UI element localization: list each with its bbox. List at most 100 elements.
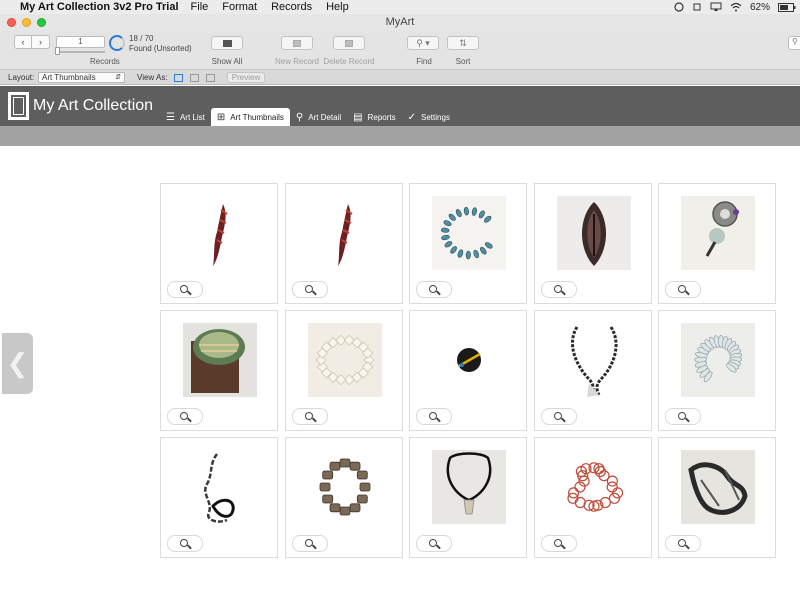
zoom-magnifier-icon[interactable] xyxy=(665,408,701,425)
zoom-magnifier-icon[interactable] xyxy=(416,535,452,552)
chevron-right-icon: › xyxy=(39,37,42,47)
previous-record-button[interactable]: ‹ xyxy=(14,35,32,49)
thumbnail-card[interactable] xyxy=(285,437,403,558)
thumbnail-card[interactable] xyxy=(160,310,278,431)
thumbnail-card[interactable] xyxy=(285,310,403,431)
zoom-magnifier-icon[interactable] xyxy=(665,281,701,298)
menu-records[interactable]: Records xyxy=(271,1,312,13)
wifi-icon[interactable] xyxy=(730,2,742,12)
zoom-magnifier-icon[interactable] xyxy=(416,408,452,425)
layout-select-value: Art Thumbnails xyxy=(42,73,96,82)
tab-art-detail[interactable]: ⚲ Art Detail xyxy=(290,108,347,126)
tab-art-list[interactable]: ☰ Art List xyxy=(160,108,211,126)
zoom-magnifier-icon[interactable] xyxy=(541,535,577,552)
find-button[interactable]: ⚲ ▾ xyxy=(407,36,439,50)
menu-help[interactable]: Help xyxy=(326,1,349,13)
preview-button[interactable]: Preview xyxy=(227,72,265,83)
view-as-label: View As: xyxy=(137,73,168,82)
menu-format[interactable]: Format xyxy=(222,1,257,13)
artwork-thumbnail[interactable] xyxy=(183,323,257,397)
dropbox-icon[interactable] xyxy=(692,2,702,12)
record-slider[interactable] xyxy=(56,51,105,53)
zoom-magnifier-icon[interactable] xyxy=(665,535,701,552)
layout-select[interactable]: Art Thumbnails ⇵ xyxy=(38,72,125,83)
quick-find-field[interactable]: ⚲ xyxy=(788,36,800,50)
thumbnail-card[interactable] xyxy=(534,437,652,558)
next-record-button[interactable]: › xyxy=(32,35,50,49)
artwork-thumbnail[interactable] xyxy=(183,196,257,270)
thumbnail-card[interactable] xyxy=(658,437,776,558)
list-icon: ☰ xyxy=(166,111,175,123)
thumbnail-card[interactable] xyxy=(409,310,527,431)
tab-label: Settings xyxy=(421,112,450,122)
grid-icon: ⊞ xyxy=(216,111,226,123)
find-label: Find xyxy=(416,57,432,66)
artwork-thumbnail[interactable] xyxy=(681,196,755,270)
artwork-thumbnail[interactable] xyxy=(432,450,506,524)
thumbnail-card[interactable] xyxy=(160,183,278,304)
artwork-thumbnail[interactable] xyxy=(557,323,631,397)
artwork-thumbnail[interactable] xyxy=(183,450,257,524)
thumbnail-card[interactable] xyxy=(534,183,652,304)
new-record-button[interactable] xyxy=(281,36,313,50)
found-count: 18 / 70 Found (Unsorted) xyxy=(129,34,192,54)
artwork-thumbnail[interactable] xyxy=(432,323,506,397)
layout-bar: Layout: Art Thumbnails ⇵ View As: Previe… xyxy=(0,69,800,85)
current-record-field[interactable]: 1 xyxy=(56,36,105,48)
thumbnail-card[interactable] xyxy=(285,183,403,304)
found-status: Found (Unsorted) xyxy=(129,44,192,53)
airplay-icon[interactable] xyxy=(710,2,722,12)
artwork-thumbnail[interactable] xyxy=(308,323,382,397)
evernote-icon[interactable] xyxy=(674,2,684,12)
thumbnail-card[interactable] xyxy=(409,437,527,558)
zoom-magnifier-icon[interactable] xyxy=(416,281,452,298)
app-header: My Art Collection ☰ Art List ⊞ Art Thumb… xyxy=(0,86,800,126)
apple-icon[interactable] xyxy=(0,2,12,12)
view-as-list-icon[interactable] xyxy=(190,74,199,82)
delete-record-button[interactable] xyxy=(333,36,365,50)
artwork-thumbnail[interactable] xyxy=(308,196,382,270)
thumbnail-card[interactable] xyxy=(409,183,527,304)
zoom-magnifier-icon[interactable] xyxy=(292,281,328,298)
tab-art-thumbnails[interactable]: ⊞ Art Thumbnails xyxy=(210,108,290,126)
checkmark-icon: ✓ xyxy=(407,111,417,123)
view-as-table-icon[interactable] xyxy=(206,74,215,82)
header-subband xyxy=(0,126,800,146)
tab-label: Art Thumbnails xyxy=(230,112,284,122)
artwork-thumbnail[interactable] xyxy=(432,196,506,270)
tab-reports[interactable]: ▤ Reports xyxy=(347,108,401,126)
artwork-thumbnail[interactable] xyxy=(557,450,631,524)
found-set-pie-icon xyxy=(109,35,125,51)
show-all-button[interactable] xyxy=(211,36,243,50)
record-slider-thumb[interactable] xyxy=(55,47,60,55)
artwork-thumbnail[interactable] xyxy=(308,450,382,524)
window-minimize-button[interactable] xyxy=(22,18,31,27)
tab-settings[interactable]: ✓ Settings xyxy=(402,108,456,126)
battery-percent: 62% xyxy=(749,1,770,13)
thumbnail-card[interactable] xyxy=(658,310,776,431)
menu-file[interactable]: File xyxy=(191,1,209,13)
window-close-button[interactable] xyxy=(7,18,16,27)
zoom-magnifier-icon[interactable] xyxy=(292,535,328,552)
battery-icon[interactable] xyxy=(778,2,796,12)
delete-record-icon xyxy=(345,39,353,47)
artwork-thumbnail[interactable] xyxy=(681,450,755,524)
window-zoom-button[interactable] xyxy=(37,18,46,27)
previous-page-handle[interactable]: ❮ xyxy=(2,333,33,394)
thumbnail-card[interactable] xyxy=(534,310,652,431)
zoom-magnifier-icon[interactable] xyxy=(167,408,203,425)
zoom-magnifier-icon[interactable] xyxy=(167,281,203,298)
zoom-magnifier-icon[interactable] xyxy=(541,408,577,425)
artwork-thumbnail[interactable] xyxy=(557,196,631,270)
report-icon: ▤ xyxy=(353,111,363,123)
sort-button[interactable]: ⇅ xyxy=(447,36,479,50)
zoom-magnifier-icon[interactable] xyxy=(167,535,203,552)
menu-app-name[interactable]: My Art Collection 3v2 Pro Trial xyxy=(20,1,179,13)
new-record-label: New Record xyxy=(274,57,319,66)
zoom-magnifier-icon[interactable] xyxy=(541,281,577,298)
thumbnail-card[interactable] xyxy=(160,437,278,558)
zoom-magnifier-icon[interactable] xyxy=(292,408,328,425)
thumbnail-card[interactable] xyxy=(658,183,776,304)
view-as-form-icon[interactable] xyxy=(174,74,183,82)
artwork-thumbnail[interactable] xyxy=(681,323,755,397)
